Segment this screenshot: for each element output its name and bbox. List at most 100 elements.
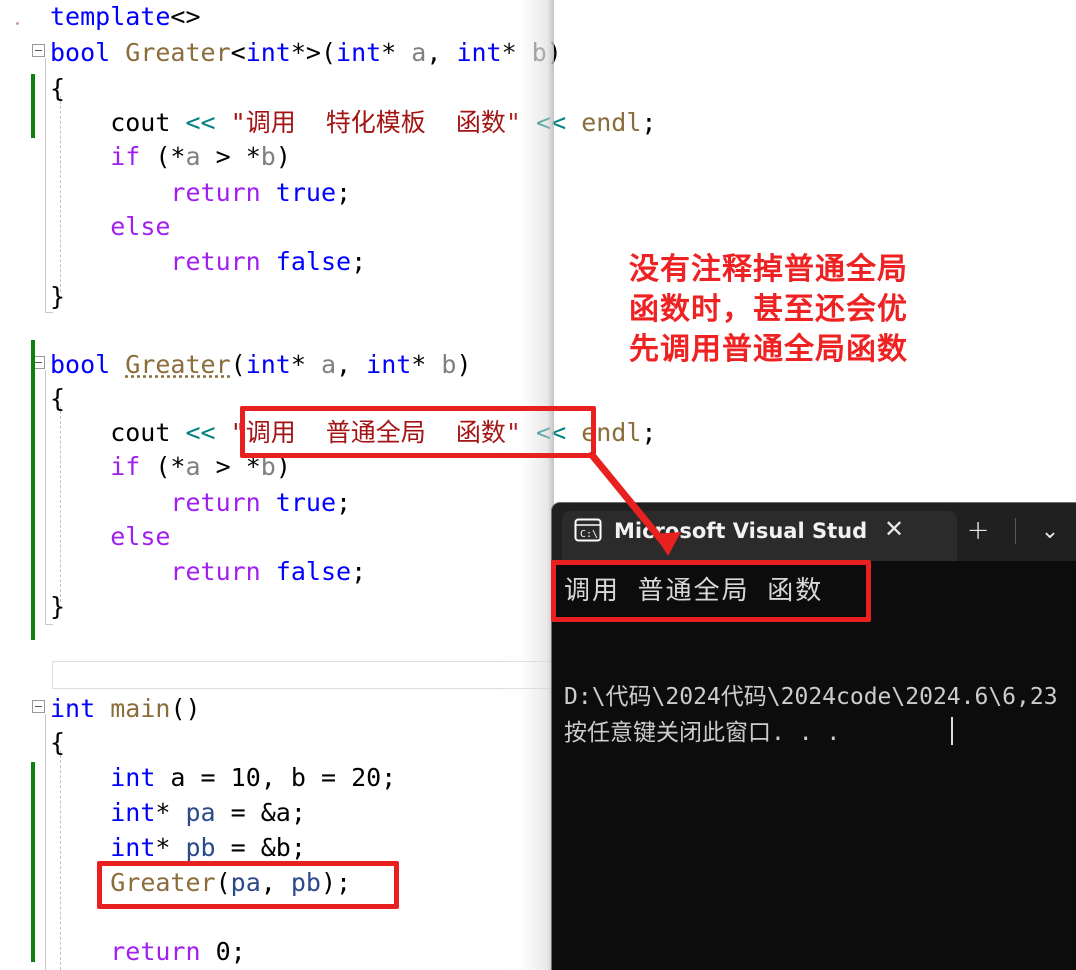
code-token: false [275,557,352,586]
code-line: bool Greater<int*>(int* a, int* b) [0,36,562,70]
code-token: cout [50,418,186,447]
code-line: int* pb = &b; [0,831,306,865]
code-line: return false; [0,245,366,279]
code-token: a [411,38,427,67]
code-token: cout [50,108,186,137]
code-line: template<> [0,0,201,34]
highlight-box-main-call [97,861,399,909]
code-token: (* [140,452,186,481]
code-token: , b = [260,763,352,792]
highlight-box-console-output [551,560,871,622]
code-token: pb [185,833,216,862]
code-token: << [536,108,567,137]
collapsed-code-region[interactable] [52,661,564,689]
code-token: () [170,694,201,723]
code-token: Greater [125,350,231,379]
code-line: int main() [0,692,201,726]
code-token: b [531,38,547,67]
code-token: , [426,38,457,67]
code-line: return false; [0,555,366,589]
code-token: = &a; [215,798,306,827]
code-token: ( [230,350,246,379]
code-token: return [170,178,261,207]
code-token: * [411,350,442,379]
code-token: main [110,694,171,723]
chevron-down-icon[interactable]: ⌄ [1029,515,1071,549]
code-token: ; [351,247,367,276]
code-line: { [0,726,65,760]
code-token: b [260,142,276,171]
code-token: } [50,282,66,311]
code-token: << [185,108,216,137]
code-token: template [50,2,171,31]
code-line: return true; [0,176,351,210]
code-token: if [110,452,141,481]
code-token: { [50,728,66,757]
code-token: > * [200,142,261,171]
code-line: int* pa = &a; [0,796,306,830]
code-token: << [185,418,216,447]
code-token: int [245,350,291,379]
code-line: if (*a > *b) [0,140,291,174]
code-token: else [110,212,171,241]
new-tab-icon[interactable]: + [957,513,999,549]
console-output-area[interactable]: 调用 普通全局 函数 D:\代码\2024代码\2024code\2024.6\… [552,561,1076,970]
code-token: 0 [215,937,231,966]
code-token: = &b; [215,833,306,862]
editor-edge-shadow [496,0,554,970]
console-press-key-line: 按任意键关闭此窗口. . . [564,720,841,746]
code-token: int [245,38,291,67]
console-tab-title: Microsoft Visual Studio 调试控 [614,519,866,543]
annotation-line-2: 函数时，甚至还会优 [629,292,908,327]
code-token: 10 [230,763,261,792]
code-token: if [110,142,141,171]
code-token: a [185,142,201,171]
code-token: return [170,557,261,586]
annotation-line-3: 先调用普通全局函数 [629,332,908,367]
code-line: int a = 10, b = 20; [0,761,396,795]
code-token: * [501,38,532,67]
close-icon[interactable]: ✕ [877,512,911,546]
code-token: return [170,488,261,517]
code-token: < [230,38,246,67]
code-token: int [110,833,156,862]
svg-text:C:\: C:\ [580,529,598,540]
code-token: int [366,350,412,379]
code-token: ; [336,488,352,517]
code-token: ) [275,142,291,171]
code-token: ) [546,38,562,67]
code-line: return 0; [0,935,246,969]
code-token: a [185,452,201,481]
annotation-note: 没有注释掉普通全局 函数时，甚至还会优 先调用普通全局函数 [629,250,959,370]
code-token: int [110,763,156,792]
code-token: (* [140,142,186,171]
code-token: endl [581,108,642,137]
code-token: a = [155,763,231,792]
code-token: pa [185,798,216,827]
console-path-line: D:\代码\2024代码\2024code\2024.6\6,23 [564,684,1058,710]
code-token: * [290,350,321,379]
code-line: } [0,590,65,624]
code-token: * [155,833,186,862]
collapse-guide-foot-2 [45,624,53,625]
code-token: bool [50,38,111,67]
console-titlebar[interactable]: C:\ Microsoft Visual Studio 调试控 ✕ + ⌄ [552,503,1076,561]
code-token: else [110,522,171,551]
